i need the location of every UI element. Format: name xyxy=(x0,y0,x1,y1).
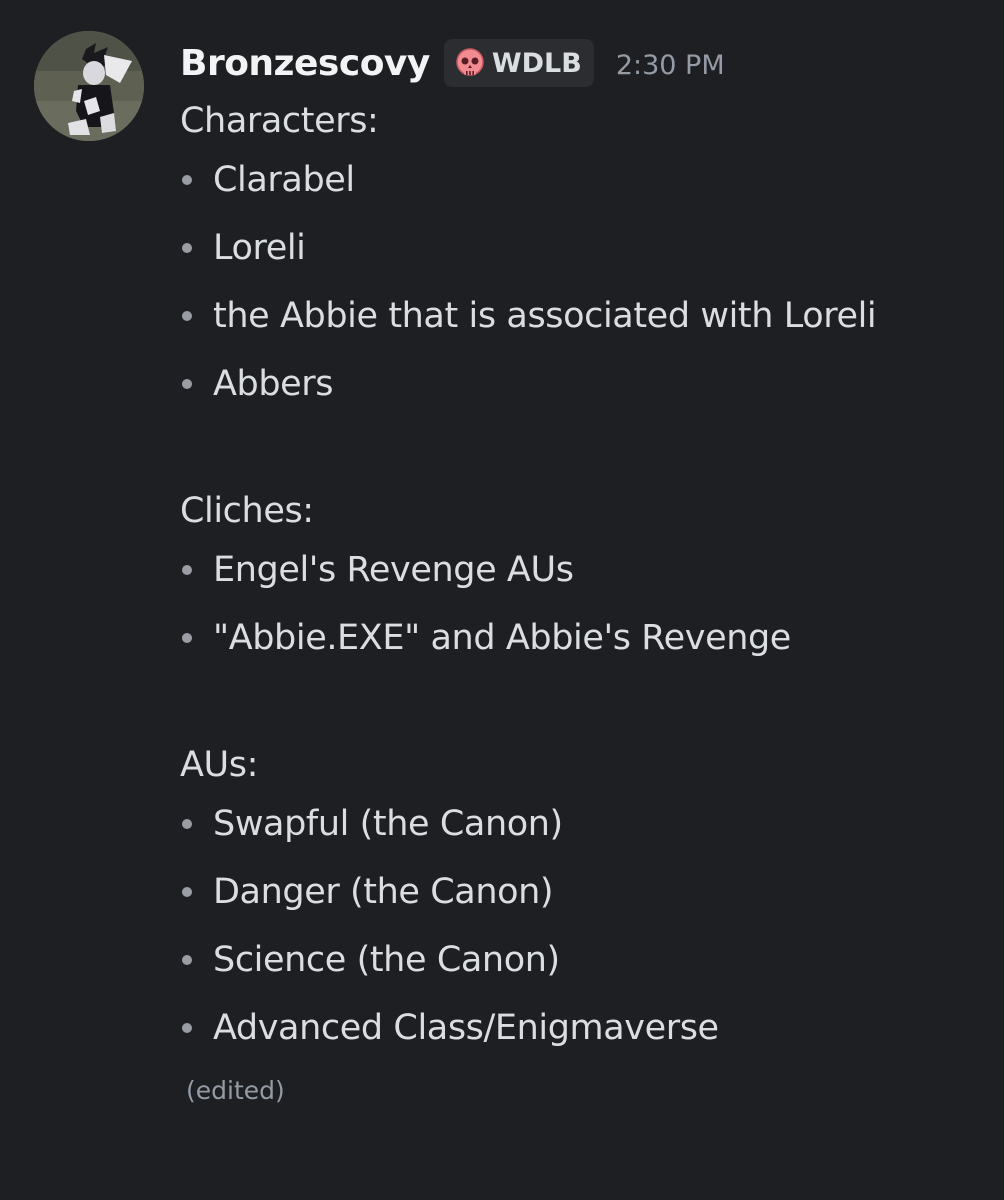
list-item-text: Science (the Canon) xyxy=(213,940,560,980)
bullet-icon xyxy=(182,887,192,897)
list-item-text: Advanced Class/Enigmaverse xyxy=(213,1008,719,1048)
bullet-list: Engel's Revenge AUs "Abbie.EXE" and Abbi… xyxy=(180,536,1000,672)
list-item: Advanced Class/Enigmaverse xyxy=(180,994,1000,1062)
message-header: Bronzescovy WDLB 2:30 PM xyxy=(180,34,725,92)
skull-icon xyxy=(454,47,486,79)
list-item-text: "Abbie.EXE" and Abbie's Revenge xyxy=(213,618,791,658)
message-content: Characters: Clarabel Loreli the Abbie th… xyxy=(180,96,1000,1105)
list-item: the Abbie that is associated with Loreli xyxy=(180,282,1000,350)
section-heading: Cliches: xyxy=(180,491,314,531)
list-item: Loreli xyxy=(180,214,1000,282)
server-tag[interactable]: WDLB xyxy=(443,39,594,87)
tag-label: WDLB xyxy=(491,47,582,79)
list-item: Engel's Revenge AUs xyxy=(180,536,1000,604)
bullet-list: Clarabel Loreli the Abbie that is associ… xyxy=(180,146,1000,418)
bullet-icon xyxy=(182,955,192,965)
bullet-icon xyxy=(182,1023,192,1033)
bullet-icon xyxy=(182,819,192,829)
list-item-text: Abbers xyxy=(213,364,334,404)
list-item-text: Danger (the Canon) xyxy=(213,872,554,912)
bullet-icon xyxy=(182,175,192,185)
bullet-icon xyxy=(182,243,192,253)
chat-message: Bronzescovy WDLB 2:30 PM Characters: Cla… xyxy=(0,0,1004,1200)
list-item: "Abbie.EXE" and Abbie's Revenge xyxy=(180,604,1000,672)
list-item-text: the Abbie that is associated with Loreli xyxy=(213,296,877,336)
avatar[interactable] xyxy=(34,31,144,141)
section-heading: Characters: xyxy=(180,101,379,141)
list-item: Abbers xyxy=(180,350,1000,418)
list-item: Clarabel xyxy=(180,146,1000,214)
list-item: Science (the Canon) xyxy=(180,926,1000,994)
bullet-icon xyxy=(182,311,192,321)
section-heading: AUs: xyxy=(180,745,258,785)
timestamp[interactable]: 2:30 PM xyxy=(616,46,725,81)
list-item-text: Clarabel xyxy=(213,160,355,200)
list-item-text: Swapful (the Canon) xyxy=(213,804,563,844)
list-item-text: Engel's Revenge AUs xyxy=(213,550,574,590)
edited-indicator[interactable]: (edited) xyxy=(186,1076,1000,1105)
list-item: Swapful (the Canon) xyxy=(180,790,1000,858)
list-item: Danger (the Canon) xyxy=(180,858,1000,926)
character-avatar-icon xyxy=(34,31,144,141)
bullet-list: Swapful (the Canon) Danger (the Canon) S… xyxy=(180,790,1000,1062)
bullet-icon xyxy=(182,565,192,575)
username[interactable]: Bronzescovy xyxy=(180,43,430,84)
bullet-icon xyxy=(182,379,192,389)
list-item-text: Loreli xyxy=(213,228,306,268)
bullet-icon xyxy=(182,633,192,643)
